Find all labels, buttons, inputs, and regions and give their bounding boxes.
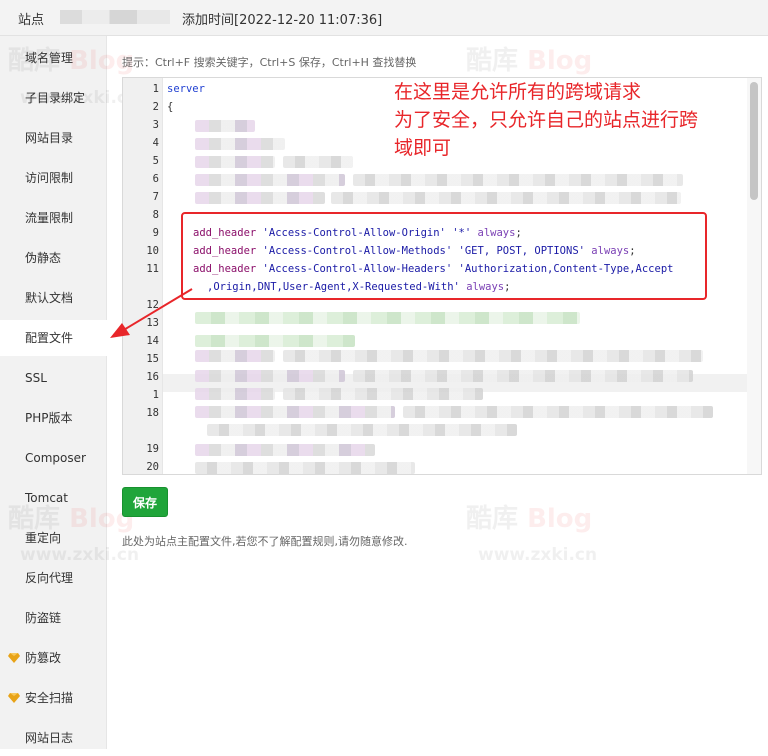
sidebar-item-label: 防篡改 (25, 651, 62, 665)
line-number: 6 (152, 173, 159, 185)
sidebar-item-label: 流量限制 (25, 211, 74, 225)
dialog-titlebar: 站点 添加时间[2022-12-20 11:07:36] (0, 0, 768, 36)
blurred-code (195, 388, 275, 400)
blurred-code (195, 192, 325, 204)
line-number: 4 (152, 137, 159, 149)
watermark: 酷库 Blog (466, 46, 593, 76)
blurred-code (195, 462, 415, 474)
line-number: 11 (146, 263, 159, 275)
added-time: 添加时间[2022-12-20 11:07:36] (182, 13, 383, 28)
sidebar-item[interactable]: 域名管理 (0, 40, 107, 76)
sidebar-item[interactable]: 反向代理 (0, 560, 107, 596)
sidebar-item-label: PHP版本 (25, 411, 73, 425)
blurred-code (195, 370, 345, 382)
gem-icon (8, 693, 20, 703)
line-number: 5 (152, 155, 159, 167)
blurred-site-name (60, 10, 170, 24)
sidebar-item-label: 重定向 (25, 531, 62, 545)
sidebar-item-label: 域名管理 (25, 51, 74, 65)
blurred-code (195, 120, 255, 132)
line-number: 8 (152, 209, 159, 221)
line-number: 10 (146, 245, 159, 257)
sidebar-item[interactable]: 子目录绑定 (0, 80, 107, 116)
sidebar-item[interactable]: 重定向 (0, 520, 107, 556)
blurred-code (195, 312, 580, 324)
sidebar-item[interactable]: 安全扫描 (0, 680, 107, 716)
blurred-code (283, 388, 483, 400)
annotation-line: 为了安全，只允许自己的站点进行跨 (394, 109, 699, 131)
sidebar-item-label: 防盗链 (25, 611, 62, 625)
line-number-gutter: 1 2 3 4 5 6 7 8 9 10 11 12 13 14 15 16 1 18 19 20 (123, 78, 163, 474)
blurred-code (195, 350, 275, 362)
config-warning-note: 此处为站点主配置文件,若您不了解配置规则,请勿随意修改. (122, 535, 408, 548)
blurred-code (331, 192, 681, 204)
sidebar-item[interactable]: 防篡改 (0, 640, 107, 676)
annotation-arrow-icon (110, 288, 193, 338)
site-label: 站点 (18, 13, 45, 28)
sidebar-item[interactable]: 网站目录 (0, 120, 107, 156)
annotation-line: 在这里是允许所有的跨域请求 (394, 81, 642, 103)
blurred-code (353, 370, 693, 382)
line-number: 19 (146, 443, 159, 455)
sidebar-item-label: 反向代理 (25, 571, 74, 585)
sidebar-item[interactable]: 网站日志 (0, 720, 107, 756)
blurred-code (283, 350, 703, 362)
line-number: 20 (146, 461, 159, 473)
sidebar-item-label: 默认文档 (25, 291, 74, 305)
blurred-code (195, 335, 355, 347)
blurred-code (403, 406, 713, 418)
blurred-code (195, 138, 285, 150)
sidebar-item[interactable]: PHP版本 (0, 400, 107, 436)
watermark: 酷库 Blog (466, 504, 593, 534)
sidebar-item[interactable]: 伪静态 (0, 240, 107, 276)
code-line-2[interactable]: { (167, 98, 173, 116)
sidebar-item-label: Composer (25, 451, 86, 465)
sidebar-item[interactable]: 流量限制 (0, 200, 107, 236)
line-number: 7 (152, 191, 159, 203)
code-line-1[interactable]: server (167, 80, 205, 98)
line-number: 9 (152, 227, 159, 239)
blurred-code (353, 174, 683, 186)
sidebar-item[interactable]: 配置文件 (0, 320, 107, 356)
highlight-box (181, 212, 707, 300)
gem-icon (8, 653, 20, 663)
sidebar-item-label: 访问限制 (25, 171, 74, 185)
sidebar-item[interactable]: Tomcat (0, 480, 107, 516)
sidebar-item-label: 安全扫描 (25, 691, 74, 705)
sidebar-item[interactable]: 防盗链 (0, 600, 107, 636)
blurred-code (283, 156, 353, 168)
watermark-url: www.zxki.cn (478, 545, 598, 565)
blurred-code (195, 174, 345, 186)
line-number: 1 (152, 83, 159, 95)
blurred-code (195, 406, 395, 418)
line-number: 2 (152, 101, 159, 113)
line-number: 16 (146, 371, 159, 383)
sidebar: 域名管理子目录绑定网站目录访问限制流量限制伪静态默认文档配置文件 SSL PHP版本… (0, 36, 107, 749)
sidebar-item-label: 子目录绑定 (25, 91, 86, 105)
sidebar-item-label: 网站日志 (25, 731, 74, 745)
blurred-code (195, 156, 275, 168)
sidebar-item-label: 网站目录 (25, 131, 74, 145)
sidebar-item[interactable]: Composer (0, 440, 107, 476)
blurred-code (195, 444, 375, 456)
line-number (123, 422, 159, 440)
annotation-line: 域即可 (394, 137, 452, 159)
blurred-code (207, 424, 517, 436)
line-number: 18 (146, 407, 159, 419)
sidebar-item-label: 伪静态 (25, 251, 62, 265)
sidebar-item-label: SSL (25, 371, 47, 385)
line-number: 15 (146, 353, 159, 365)
line-number: 1 (152, 389, 159, 401)
annotation-text: 在这里是允许所有的跨域请求 为了安全，只允许自己的站点进行跨 域即可 (394, 78, 754, 162)
shortcut-hint: 提示：Ctrl+F 搜索关键字，Ctrl+S 保存，Ctrl+H 查找替换 (122, 56, 417, 69)
sidebar-item-label: Tomcat (25, 491, 68, 505)
sidebar-item[interactable]: 访问限制 (0, 160, 107, 196)
save-button[interactable]: 保存 (122, 487, 168, 517)
line-number: 3 (152, 119, 159, 131)
sidebar-item-label: 配置文件 (25, 331, 74, 345)
sidebar-item[interactable]: SSL (0, 360, 107, 396)
sidebar-item[interactable]: 默认文档 (0, 280, 107, 316)
